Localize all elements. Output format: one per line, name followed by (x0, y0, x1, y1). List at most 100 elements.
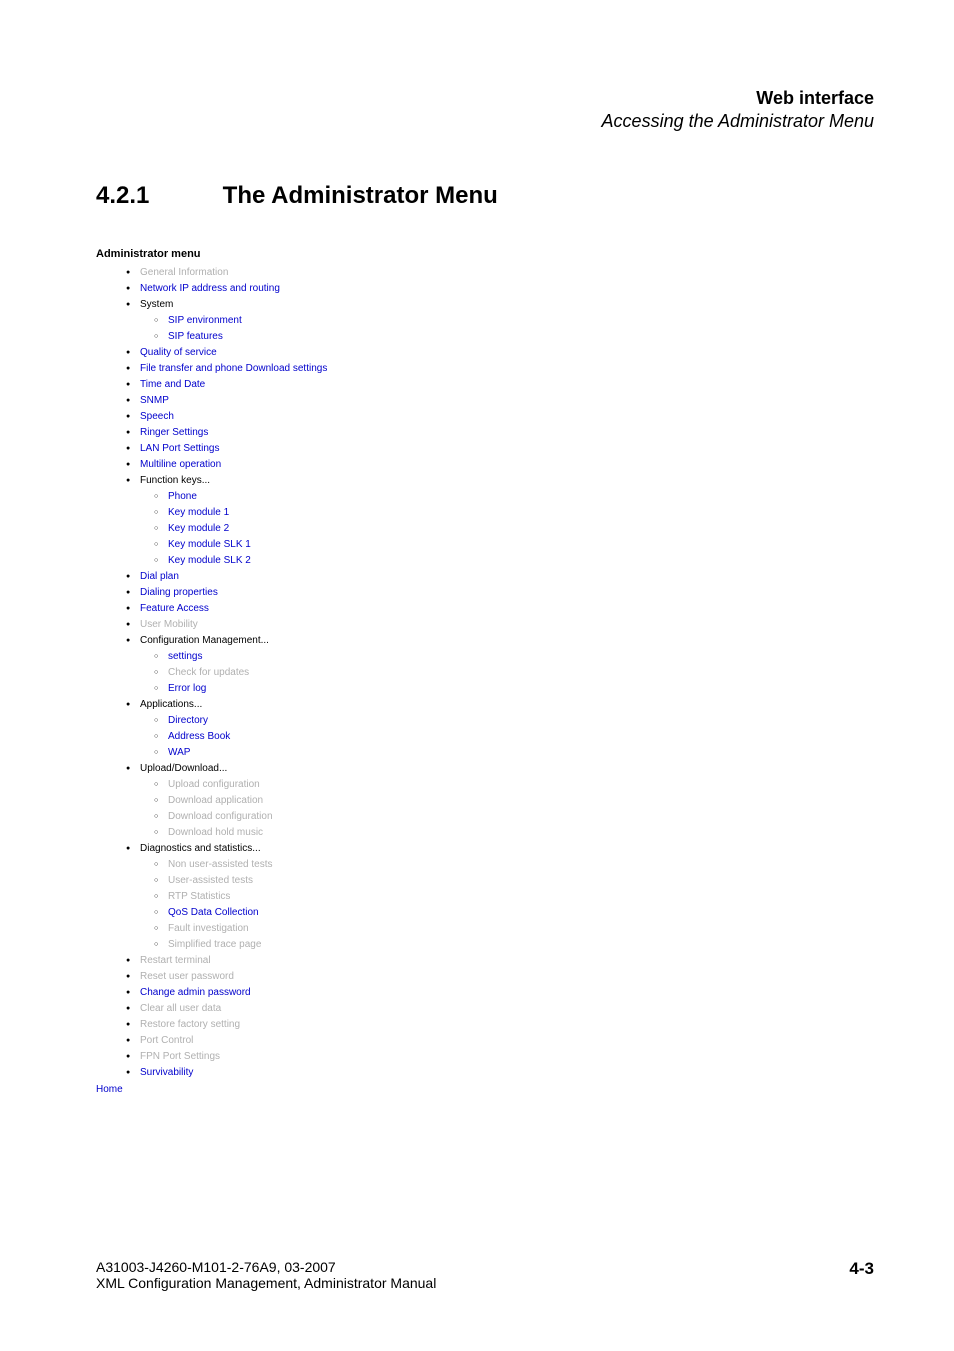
menu-item-label: Function keys... (140, 475, 210, 486)
menu-item[interactable]: Change admin password (126, 986, 327, 1000)
menu-list: General Information Network IP address an… (96, 266, 327, 1080)
menu-item[interactable]: Dial plan (126, 570, 327, 584)
menu-item: Reset user password (126, 970, 327, 984)
submenu-item-label[interactable]: QoS Data Collection (168, 907, 259, 918)
submenu-item[interactable]: Key module SLK 2 (154, 554, 327, 568)
menu-item-label[interactable]: Quality of service (140, 347, 217, 358)
menu-item: Diagnostics and statistics... Non user-as… (126, 842, 327, 952)
submenu-item[interactable]: Phone (154, 490, 327, 504)
submenu-item-label[interactable]: SIP features (168, 331, 223, 342)
menu-item: Function keys... Phone Key module 1 Key mod… (126, 474, 327, 568)
menu-item[interactable]: Ringer Settings (126, 426, 327, 440)
submenu-item-label: RTP Statistics (168, 891, 230, 902)
menu-item-label[interactable]: Network IP address and routing (140, 283, 280, 294)
submenu-item-label: Simplified trace page (168, 939, 261, 950)
submenu-item[interactable]: WAP (154, 746, 327, 760)
submenu-item-label: Download configuration (168, 811, 273, 822)
submenu-item-label: Download hold music (168, 827, 263, 838)
menu-item[interactable]: Speech (126, 410, 327, 424)
header-title-bold: Web interface (602, 88, 874, 109)
submenu-item-label[interactable]: Key module SLK 2 (168, 555, 251, 566)
submenu-item-label[interactable]: SIP environment (168, 315, 242, 326)
submenu-item: RTP Statistics (154, 890, 327, 904)
submenu-item-label[interactable]: Directory (168, 715, 208, 726)
menu-item-label: General Information (140, 267, 228, 278)
menu-title: Administrator menu (96, 248, 327, 260)
submenu-item-label: Download application (168, 795, 263, 806)
menu-item-label: Upload/Download... (140, 763, 227, 774)
menu-item-label[interactable]: Ringer Settings (140, 427, 208, 438)
submenu-item[interactable]: Directory (154, 714, 327, 728)
menu-item[interactable]: Feature Access (126, 602, 327, 616)
footer-line1: A31003-J4260-M101-2-76A9, 03-2007 (96, 1259, 436, 1275)
menu-item[interactable]: Time and Date (126, 378, 327, 392)
submenu-item[interactable]: Key module 2 (154, 522, 327, 536)
menu-item[interactable]: File transfer and phone Download setting… (126, 362, 327, 376)
submenu-item-label[interactable]: WAP (168, 747, 190, 758)
menu-item: Clear all user data (126, 1002, 327, 1016)
header-title-italic: Accessing the Administrator Menu (602, 111, 874, 132)
submenu-item-label[interactable]: Phone (168, 491, 197, 502)
submenu-item-label[interactable]: Error log (168, 683, 206, 694)
submenu-item-label[interactable]: settings (168, 651, 202, 662)
menu-item[interactable]: SNMP (126, 394, 327, 408)
menu-item[interactable]: Quality of service (126, 346, 327, 360)
menu-item-label[interactable]: Time and Date (140, 379, 205, 390)
menu-item: User Mobility (126, 618, 327, 632)
menu-item: Upload/Download... Upload configuration Do… (126, 762, 327, 840)
submenu-item[interactable]: Address Book (154, 730, 327, 744)
menu-item[interactable]: Network IP address and routing (126, 282, 327, 296)
section-heading: 4.2.1 The Administrator Menu (96, 182, 498, 210)
menu-item: System SIP environment SIP features (126, 298, 327, 344)
submenu-item[interactable]: Error log (154, 682, 327, 696)
submenu-list: Directory Address Book WAP (140, 714, 327, 760)
menu-item-label[interactable]: SNMP (140, 395, 169, 406)
submenu-item: Upload configuration (154, 778, 327, 792)
menu-item-label[interactable]: Feature Access (140, 603, 209, 614)
footer-left: A31003-J4260-M101-2-76A9, 03-2007 XML Co… (96, 1259, 436, 1291)
menu-item-label[interactable]: Survivability (140, 1067, 193, 1078)
home-link[interactable]: Home (96, 1084, 327, 1095)
submenu-item[interactable]: Key module SLK 1 (154, 538, 327, 552)
submenu-item-label[interactable]: Address Book (168, 731, 230, 742)
submenu-list: SIP environment SIP features (140, 314, 327, 344)
submenu-item-label[interactable]: Key module 2 (168, 523, 229, 534)
submenu-item[interactable]: SIP features (154, 330, 327, 344)
page-header: Web interface Accessing the Administrato… (602, 88, 874, 132)
submenu-item: Fault investigation (154, 922, 327, 936)
menu-item-label: Configuration Management... (140, 635, 269, 646)
menu-item: FPN Port Settings (126, 1050, 327, 1064)
menu-item-label: Port Control (140, 1035, 193, 1046)
submenu-item-label: Check for updates (168, 667, 249, 678)
submenu-item[interactable]: SIP environment (154, 314, 327, 328)
menu-item-label: Diagnostics and statistics... (140, 843, 261, 854)
menu-item: Port Control (126, 1034, 327, 1048)
menu-item[interactable]: LAN Port Settings (126, 442, 327, 456)
menu-item[interactable]: Dialing properties (126, 586, 327, 600)
submenu-item: Check for updates (154, 666, 327, 680)
submenu-item[interactable]: settings (154, 650, 327, 664)
menu-item-label[interactable]: Change admin password (140, 987, 251, 998)
menu-item-label: Applications... (140, 699, 202, 710)
menu-item-label[interactable]: Dialing properties (140, 587, 218, 598)
menu-item-label[interactable]: Speech (140, 411, 174, 422)
submenu-item-label[interactable]: Key module 1 (168, 507, 229, 518)
submenu-item[interactable]: QoS Data Collection (154, 906, 327, 920)
submenu-item: Download application (154, 794, 327, 808)
menu-item-label[interactable]: Multiline operation (140, 459, 221, 470)
submenu-list: Phone Key module 1 Key module 2 Key module … (140, 490, 327, 568)
menu-item-label[interactable]: File transfer and phone Download setting… (140, 363, 327, 374)
section-title: The Administrator Menu (223, 182, 498, 209)
menu-item-label[interactable]: LAN Port Settings (140, 443, 219, 454)
menu-item[interactable]: Multiline operation (126, 458, 327, 472)
submenu-item-label: Fault investigation (168, 923, 249, 934)
menu-item: Restore factory setting (126, 1018, 327, 1032)
submenu-item-label[interactable]: Key module SLK 1 (168, 539, 251, 550)
menu-item-label[interactable]: Dial plan (140, 571, 179, 582)
submenu-list: Non user-assisted testsUser-assisted tes… (140, 858, 327, 952)
submenu-item[interactable]: Key module 1 (154, 506, 327, 520)
submenu-list: settings Check for updates Error log (140, 650, 327, 696)
submenu-item: User-assisted tests (154, 874, 327, 888)
menu-item-label: System (140, 299, 173, 310)
menu-item[interactable]: Survivability (126, 1066, 327, 1080)
